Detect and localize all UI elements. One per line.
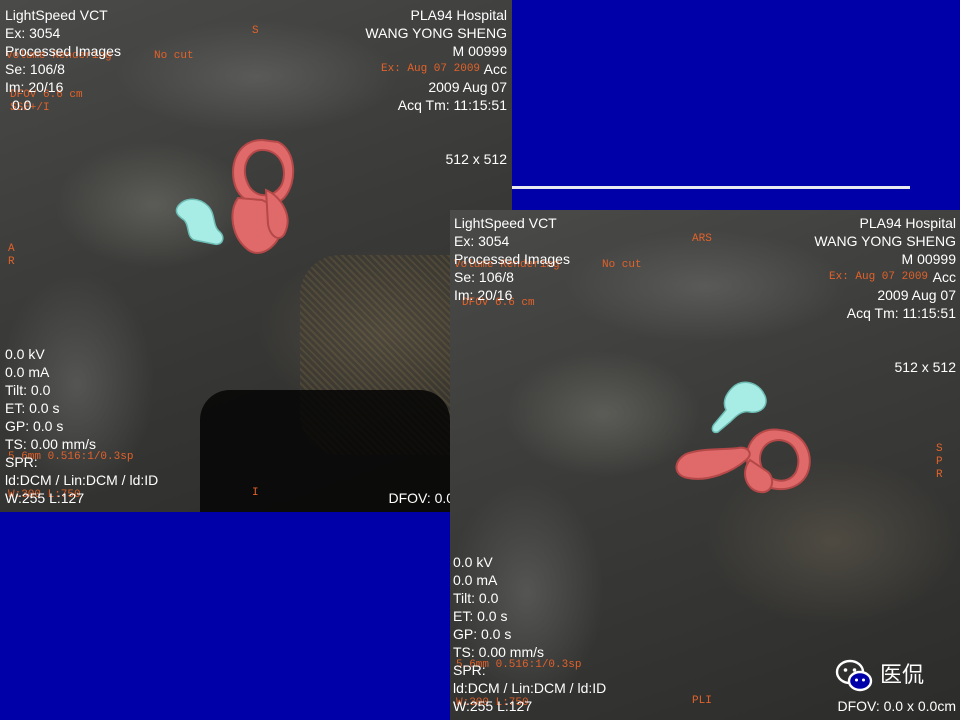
orientation-top-2: ARS bbox=[692, 233, 712, 245]
series-number: Se: 106/8 bbox=[5, 61, 65, 77]
acquisition-time: Acq Tm: 11:15:51 bbox=[397, 97, 507, 113]
hospital-name-2: PLA94 Hospital bbox=[859, 215, 956, 231]
et-value: ET: 0.0 s bbox=[5, 400, 60, 416]
slide-divider-line bbox=[512, 186, 910, 189]
hospital-name: PLA94 Hospital bbox=[410, 7, 507, 23]
image-type: Processed Images bbox=[5, 43, 121, 59]
accession-label: Acc bbox=[483, 61, 507, 77]
study-date: 2009 Aug 07 bbox=[428, 79, 507, 95]
ct-volume-view-1[interactable]: Volume Rendering No cut Ex: Aug 07 2009 … bbox=[0, 0, 512, 512]
kv-value: 0.0 kV bbox=[5, 346, 45, 362]
ts-value: TS: 0.00 mm/s bbox=[5, 436, 97, 452]
window-level: W:255 L:127 bbox=[5, 490, 85, 506]
image-number: Im: 20/16 bbox=[5, 79, 64, 95]
spr-value-2: SPR: bbox=[453, 662, 486, 678]
exam-date-label: Ex: Aug 07 2009 bbox=[381, 63, 481, 75]
wechat-icon bbox=[835, 659, 873, 692]
exam-number-2: Ex: 3054 bbox=[454, 233, 510, 249]
study-date-2: 2009 Aug 07 bbox=[877, 287, 956, 303]
orientation-bottom-2: PLI bbox=[692, 695, 712, 707]
scanner-model-2: LightSpeed VCT bbox=[454, 215, 557, 231]
orientation-right-2-2: P bbox=[936, 456, 943, 468]
patient-id: M 00999 bbox=[452, 43, 507, 59]
lookup-tables-2: ld:DCM / Lin:DCM / ld:ID bbox=[453, 680, 607, 696]
orientation-right-2-3: R bbox=[936, 469, 943, 481]
orientation-bottom: I bbox=[252, 487, 259, 499]
patient-name: WANG YONG SHENG bbox=[365, 25, 507, 41]
tilt-value: Tilt: 0.0 bbox=[5, 382, 51, 398]
brand-watermark: 医侃 bbox=[880, 662, 925, 687]
exam-date-label-2: Ex: Aug 07 2009 bbox=[829, 271, 929, 283]
orientation-left-1: A bbox=[8, 243, 15, 255]
matrix-size-2: 512 x 512 bbox=[894, 359, 957, 375]
series-number-2: Se: 106/8 bbox=[454, 269, 514, 285]
cut-mode-label: No cut bbox=[154, 50, 194, 62]
slice-position: 0.0 bbox=[12, 97, 32, 113]
window-level-2: W:255 L:127 bbox=[453, 698, 533, 714]
exam-number: Ex: 3054 bbox=[5, 25, 61, 41]
ct-volume-view-2[interactable]: ARS Volume Rendering No cut Ex: Aug 07 2… bbox=[450, 210, 960, 720]
accession-label-2: Acc bbox=[932, 269, 956, 285]
matrix-size: 512 x 512 bbox=[445, 151, 508, 167]
orientation-top: S bbox=[252, 25, 259, 37]
orientation-left-2: R bbox=[8, 256, 15, 268]
image-number-2: Im: 20/16 bbox=[454, 287, 513, 303]
acquisition-time-2: Acq Tm: 11:15:51 bbox=[846, 305, 956, 321]
scanner-model: LightSpeed VCT bbox=[5, 7, 108, 23]
spr-value: SPR: bbox=[5, 454, 38, 470]
display-fov-2: DFOV: 0.0 x 0.0cm bbox=[837, 698, 956, 714]
tilt-value-2: Tilt: 0.0 bbox=[453, 590, 499, 606]
ma-value: 0.0 mA bbox=[5, 364, 50, 380]
image-type-2: Processed Images bbox=[454, 251, 570, 267]
orientation-right-2-1: S bbox=[936, 443, 943, 455]
ts-value-2: TS: 0.00 mm/s bbox=[453, 644, 545, 660]
cut-mode-label-2: No cut bbox=[602, 259, 642, 271]
patient-id-2: M 00999 bbox=[901, 251, 956, 267]
gp-value: GP: 0.0 s bbox=[5, 418, 64, 434]
gp-value-2: GP: 0.0 s bbox=[453, 626, 512, 642]
ma-value-2: 0.0 mA bbox=[453, 572, 498, 588]
lookup-tables: ld:DCM / Lin:DCM / ld:ID bbox=[5, 472, 159, 488]
kv-value-2: 0.0 kV bbox=[453, 554, 493, 570]
et-value-2: ET: 0.0 s bbox=[453, 608, 508, 624]
patient-name-2: WANG YONG SHENG bbox=[814, 233, 956, 249]
